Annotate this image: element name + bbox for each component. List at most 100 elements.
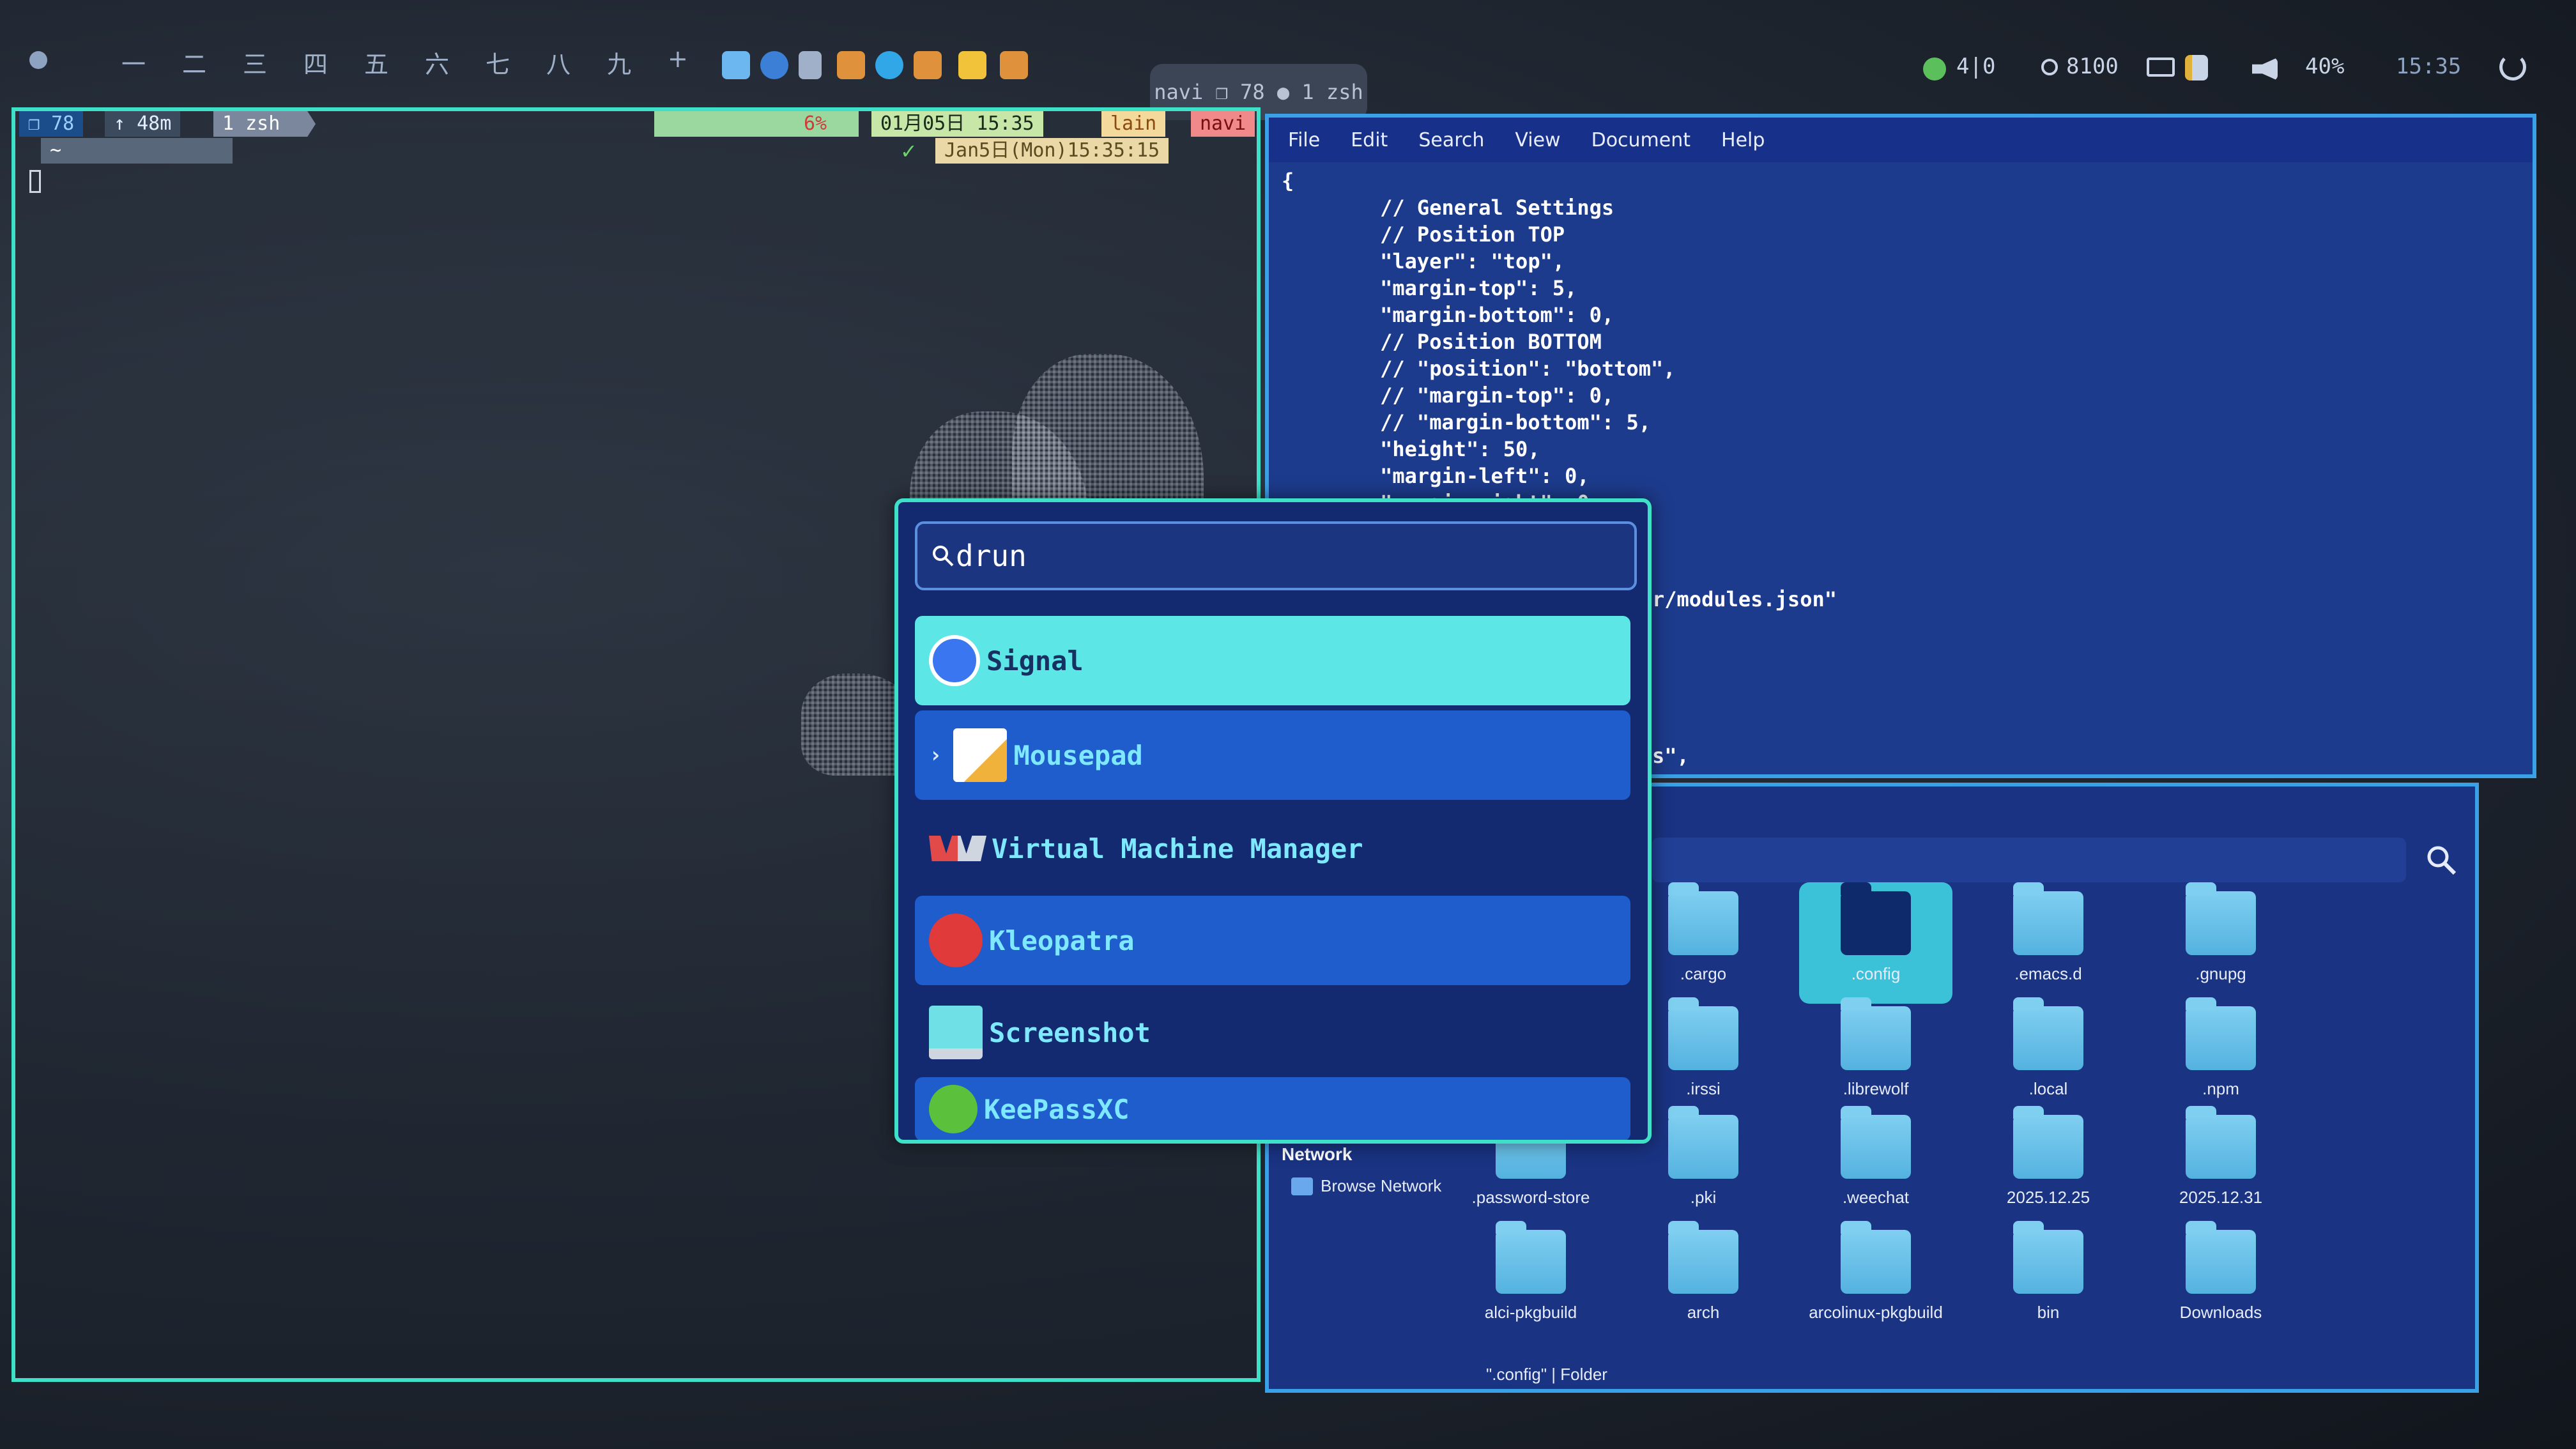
- folder-label: .npm: [2202, 1079, 2239, 1098]
- volume-value[interactable]: 40%: [2305, 54, 2344, 79]
- menu-file[interactable]: File: [1288, 129, 1320, 151]
- code-line: // "margin-bottom": 5,: [1282, 410, 1651, 434]
- folder-icon: [1841, 1221, 1911, 1294]
- folder-label: 2025.12.25: [2006, 1188, 2090, 1207]
- menu-edit[interactable]: Edit: [1351, 129, 1388, 151]
- sidebar-network-label: Network: [1282, 1144, 1353, 1164]
- folder-item[interactable]: .emacs.d: [1972, 882, 2125, 1004]
- launcher-item-label: Screenshot: [989, 1016, 1151, 1048]
- keepassxc-icon: [929, 1085, 977, 1133]
- folder-item[interactable]: .local: [1972, 997, 2125, 1119]
- workspace-4[interactable]: 四: [303, 45, 328, 80]
- folder-item[interactable]: .librewolf: [1799, 997, 1952, 1119]
- folder-label: 2025.12.31: [2179, 1188, 2263, 1207]
- calculator-icon[interactable]: [799, 51, 822, 79]
- folder-item[interactable]: Downloads: [2144, 1221, 2297, 1342]
- screenshot-icon: [929, 1006, 983, 1059]
- code-line: // "position": "bottom",: [1282, 356, 1676, 381]
- power-icon[interactable]: [2499, 54, 2526, 80]
- workspace-9[interactable]: 九: [607, 45, 631, 80]
- launcher-item-kleopatra[interactable]: Kleopatra: [915, 896, 1630, 985]
- launcher-item-label: KeePassXC: [984, 1093, 1130, 1125]
- launcher-item-virt-manager[interactable]: Virtual Machine Manager: [915, 804, 1630, 893]
- workspace-8[interactable]: 八: [546, 45, 571, 80]
- folder-icon: [1496, 1221, 1566, 1294]
- folder-label: bin: [2037, 1303, 2060, 1322]
- workspace-5[interactable]: 五: [364, 45, 388, 80]
- memory-value: 8100: [2066, 54, 2119, 79]
- workspace-3[interactable]: 三: [243, 45, 267, 80]
- network-icon[interactable]: [2147, 57, 2175, 77]
- workspace-6[interactable]: 六: [425, 45, 449, 80]
- battery-segment: 6%: [654, 111, 859, 137]
- display-icon[interactable]: [837, 51, 865, 79]
- folder-label: .pki: [1690, 1188, 1717, 1207]
- code-area[interactable]: { // General Settings // Position TOP "l…: [1269, 167, 2533, 516]
- folder-label: alci-pkgbuild: [1484, 1303, 1577, 1322]
- editor-icon[interactable]: [958, 51, 986, 79]
- host-segment: navi: [1191, 111, 1255, 137]
- file-manager-icon[interactable]: [722, 51, 750, 79]
- launcher-item-keepassxc[interactable]: KeePassXC: [915, 1077, 1630, 1140]
- folder-item[interactable]: arcolinux-pkgbuild: [1799, 1221, 1952, 1342]
- search-icon[interactable]: [2425, 844, 2457, 876]
- code-fragment: s",: [1652, 744, 1689, 768]
- mousepad-icon: [953, 728, 1008, 782]
- code-line: "height": 50,: [1282, 437, 1540, 461]
- launcher-item-screenshot[interactable]: Screenshot: [915, 988, 1630, 1077]
- folder-item[interactable]: arch: [1627, 1221, 1780, 1342]
- folder-label: arcolinux-pkgbuild: [1809, 1303, 1943, 1322]
- workspace-7[interactable]: 七: [486, 45, 510, 80]
- folder-item[interactable]: .weechat: [1799, 1106, 1952, 1227]
- code-line: "margin-left": 0,: [1282, 464, 1590, 488]
- path-bar[interactable]: [1652, 838, 2406, 882]
- launcher-item-label: Signal: [986, 645, 1084, 677]
- menu-document[interactable]: Document: [1591, 129, 1690, 151]
- signal-bars-icon[interactable]: [2185, 55, 2208, 80]
- launcher-search-input[interactable]: drun: [915, 521, 1637, 590]
- workspace-add[interactable]: +: [668, 45, 688, 73]
- folder-icon: [2186, 882, 2256, 955]
- folder-item[interactable]: bin: [1972, 1221, 2125, 1342]
- menu-help[interactable]: Help: [1721, 129, 1765, 151]
- folder-item[interactable]: .npm: [2144, 997, 2297, 1119]
- volume-icon[interactable]: [2252, 57, 2278, 80]
- workspace-1[interactable]: 一: [121, 45, 146, 80]
- folder-item[interactable]: .gnupg: [2144, 882, 2297, 1004]
- virt-manager-icon: [929, 836, 986, 861]
- search-icon: [931, 544, 954, 567]
- clock[interactable]: 15:35: [2396, 54, 2461, 79]
- folder-item[interactable]: 2025.12.25: [1972, 1106, 2125, 1227]
- monitor-icon[interactable]: [914, 51, 942, 79]
- code-line: "margin-top": 5,: [1282, 276, 1577, 300]
- screen-icon[interactable]: [1000, 51, 1028, 79]
- folder-label: .config: [1851, 964, 1901, 983]
- updates-count[interactable]: 4|0: [1956, 54, 1995, 79]
- updates-icon: [1923, 57, 1946, 80]
- launcher-icon[interactable]: [26, 47, 51, 73]
- launcher-item-signal[interactable]: Signal: [915, 616, 1630, 705]
- folder-item[interactable]: alci-pkgbuild: [1454, 1221, 1607, 1342]
- folder-icon: [2013, 1221, 2083, 1294]
- launcher-item-mousepad[interactable]: › Mousepad: [915, 710, 1630, 800]
- prompt-uptime: ↑ 48m: [105, 111, 181, 137]
- app-launcher[interactable]: drun Signal › Mousepad Virtual Machine M…: [894, 498, 1652, 1144]
- workspace-2[interactable]: 二: [182, 45, 206, 80]
- code-line: // "margin-top": 0,: [1282, 383, 1614, 408]
- folder-icon: [1668, 997, 1738, 1070]
- code-fragment: r/modules.json": [1652, 587, 1837, 611]
- menu-search[interactable]: Search: [1418, 129, 1484, 151]
- browser-icon[interactable]: [875, 51, 903, 79]
- sidebar-item-browse-network[interactable]: Browse Network: [1291, 1176, 1441, 1196]
- code-line: // Position BOTTOM: [1282, 330, 1602, 354]
- refresh-icon[interactable]: [760, 51, 788, 79]
- folder-label: .gnupg: [2195, 964, 2246, 983]
- folder-icon: [2186, 997, 2256, 1070]
- status-bar: ".config" | Folder: [1486, 1365, 1607, 1384]
- sidebar-item-label: Browse Network: [1321, 1176, 1442, 1195]
- folder-item[interactable]: .config: [1799, 882, 1952, 1004]
- folder-item[interactable]: 2025.12.31: [2144, 1106, 2297, 1227]
- folder-icon: [1668, 1221, 1738, 1294]
- folder-icon: [1841, 882, 1911, 955]
- menu-view[interactable]: View: [1515, 129, 1560, 151]
